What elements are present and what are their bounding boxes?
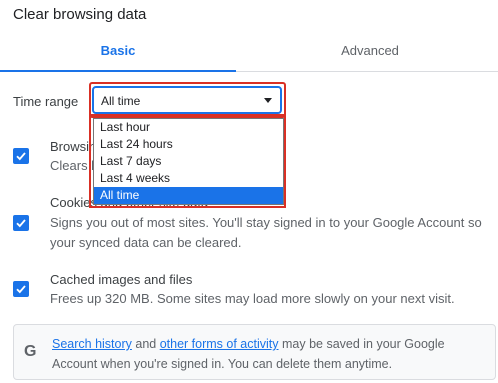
option-last-hour[interactable]: Last hour: [94, 119, 283, 136]
option-last-24-hours[interactable]: Last 24 hours: [94, 136, 283, 153]
tab-basic[interactable]: Basic: [0, 36, 236, 69]
info-text: Search history and other forms of activi…: [52, 334, 492, 374]
cookies-subtitle-line2: your synced data can be cleared.: [50, 235, 242, 250]
cookies-subtitle: Signs you out of most sites. You'll stay…: [50, 215, 482, 230]
google-activity-info-box: G Search history and other forms of acti…: [13, 324, 496, 380]
cookies-checkbox[interactable]: [13, 215, 29, 231]
option-last-7-days[interactable]: Last 7 days: [94, 153, 283, 170]
time-range-dropdown: Last hour Last 24 hours Last 7 days Last…: [93, 118, 284, 205]
cached-images-checkbox[interactable]: [13, 281, 29, 297]
info-text-line2: Account when you're signed in. You can d…: [52, 357, 393, 371]
tab-bar: Basic Advanced: [0, 36, 498, 72]
dialog-title: Clear browsing data: [13, 6, 147, 23]
tab-indicator: [0, 70, 236, 72]
option-all-time[interactable]: All time: [94, 187, 283, 204]
info-text-rest: may be saved in your Google: [278, 337, 445, 351]
info-text-and: and: [131, 337, 160, 351]
time-range-select[interactable]: All time: [92, 86, 282, 114]
chevron-down-icon: [264, 98, 272, 103]
row-cached-images: Cached images and files Frees up 320 MB.…: [0, 270, 498, 312]
check-icon: [16, 219, 26, 228]
cached-images-subtitle: Frees up 320 MB. Some sites may load mor…: [50, 291, 455, 306]
google-g-icon: G: [24, 343, 37, 360]
search-history-link[interactable]: Search history: [52, 337, 132, 351]
tab-advanced[interactable]: Advanced: [248, 36, 492, 69]
time-range-select-value: All time: [101, 94, 141, 108]
time-range-label: Time range: [13, 94, 79, 109]
cached-images-title: Cached images and files: [50, 272, 193, 287]
check-icon: [16, 152, 26, 161]
browsing-history-checkbox[interactable]: [13, 148, 29, 164]
check-icon: [16, 285, 26, 294]
option-last-4-weeks[interactable]: Last 4 weeks: [94, 170, 283, 187]
other-activity-link[interactable]: other forms of activity: [160, 337, 279, 351]
